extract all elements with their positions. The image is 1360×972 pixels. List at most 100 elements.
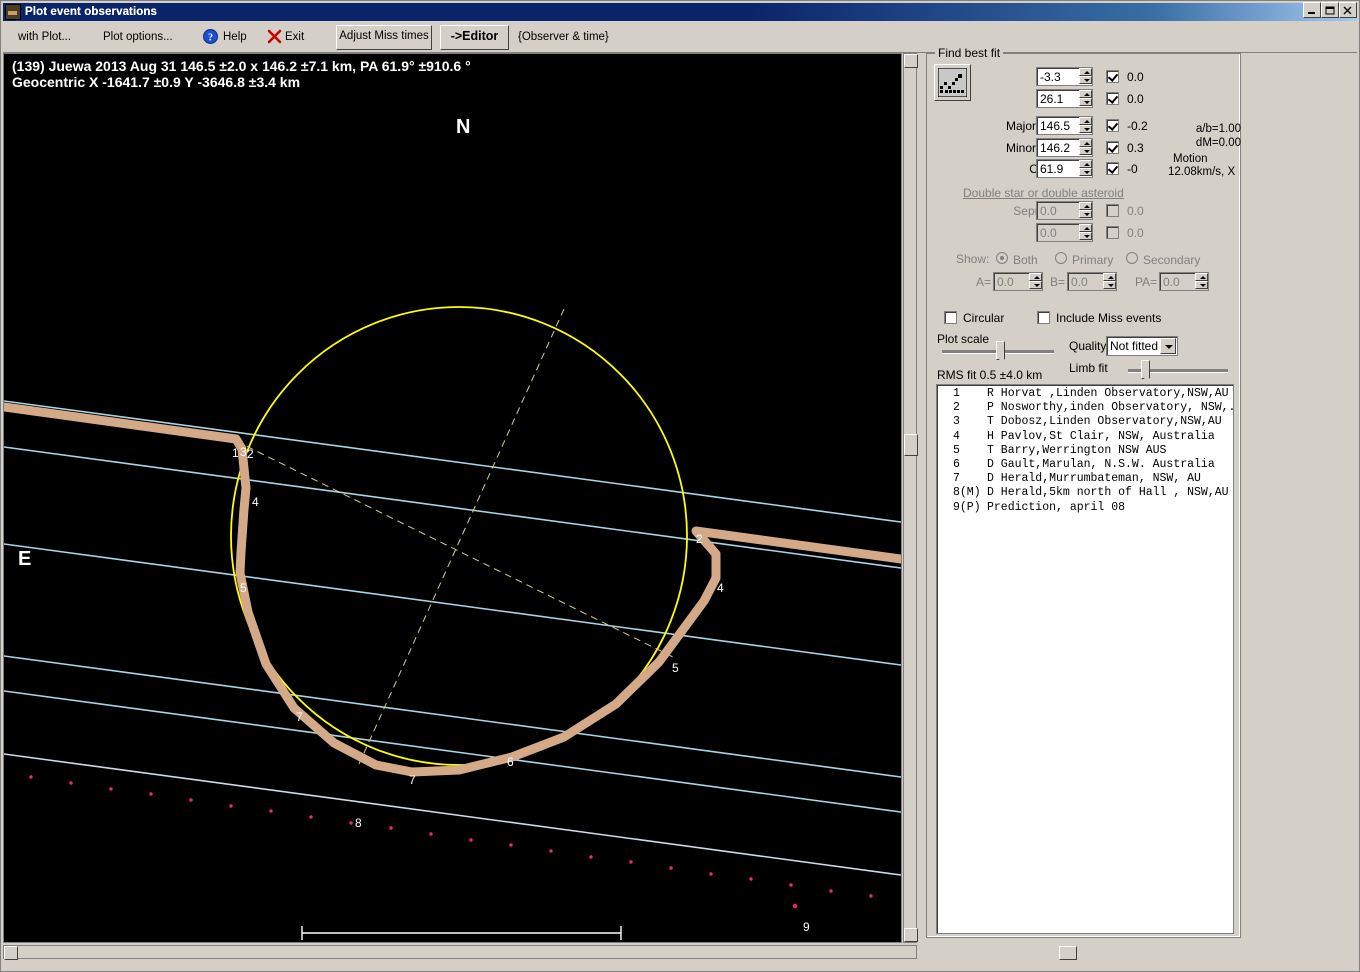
observer-row[interactable]: 1 R Horvat ,Linden Observatory,NSW,AU <box>939 387 1233 401</box>
pa-spin-buttons <box>1195 273 1208 290</box>
horizontal-scroll-thumb[interactable] <box>1059 946 1077 960</box>
minor-axis-spin-buttons[interactable] <box>1079 139 1092 156</box>
scroll-up-button[interactable] <box>904 54 918 68</box>
center-x-residual: 0.0 <box>1127 70 1144 84</box>
plot-header-line-1: (139) Juewa 2013 Aug 31 146.5 ±2.0 x 146… <box>12 58 471 74</box>
show-primary-label: Primary <box>1072 253 1114 267</box>
observer-row[interactable]: 5 T Barry,Werrington NSW AUS <box>939 444 1233 458</box>
chord-label-5: 7 <box>296 710 303 724</box>
separation-spin-buttons <box>1079 202 1092 219</box>
observer-row[interactable]: 2 P Nosworthy,inden Observatory, NSW,. <box>939 401 1233 415</box>
plot-horizontal-scrollbar[interactable] <box>3 945 1077 960</box>
include-miss-events-label: Include Miss events <box>1056 311 1162 325</box>
east-direction-label: E <box>18 548 32 570</box>
center-x-spinner[interactable]: -3.3 <box>1036 67 1093 86</box>
observer-row[interactable]: 4 H Pavlov,St Clair, NSW, Australia <box>939 430 1233 444</box>
minor-axis-checkbox[interactable] <box>1106 141 1119 154</box>
editor-button[interactable]: ->Editor <box>440 25 509 50</box>
separation-residual: 0.0 <box>1127 204 1144 218</box>
menu-plot-options[interactable]: Plot options... <box>103 28 173 46</box>
axis-ratio-readout: a/b=1.00 <box>1195 123 1241 135</box>
major-axis-spinner[interactable]: 146.5 <box>1036 116 1093 135</box>
circular-checkbox[interactable] <box>944 311 957 324</box>
center-x-checkbox[interactable] <box>1106 70 1119 83</box>
observer-number: 5 <box>953 443 960 457</box>
major-axis-checkbox[interactable] <box>1106 119 1119 132</box>
observer-row[interactable]: 9(P) Prediction, april 08 <box>939 501 1233 515</box>
observer-row[interactable]: 7 D Herald,Murrumbateman, NSW, AU <box>939 472 1233 486</box>
observer-list[interactable]: 1 R Horvat ,Linden Observatory,NSW,AU 2 P N… <box>936 384 1234 934</box>
limb-fit-label: Limb fit <box>1069 361 1108 375</box>
adjust-miss-times-button[interactable]: Adjust Miss times <box>336 25 432 50</box>
plot-event-observations-window: Plot event observations with Plot... Plo… <box>0 0 1360 972</box>
quality-dropdown[interactable]: Not fitted <box>1106 336 1178 356</box>
center-y-spin-buttons[interactable] <box>1079 90 1092 107</box>
minor-axis-value: 146.2 <box>1040 141 1071 155</box>
observer-row[interactable]: 8(M) D Herald,5km north of Hall , NSW,AU <box>939 486 1233 500</box>
a-spin-buttons <box>1029 273 1042 290</box>
show-secondary-radio <box>1126 252 1138 264</box>
b-value: 0.0 <box>1071 275 1088 289</box>
chord-label-9: 4 <box>717 581 724 595</box>
pa-value: 0.0 <box>1163 275 1180 289</box>
b-spin-buttons <box>1103 273 1116 290</box>
orientation-checkbox[interactable] <box>1106 162 1119 175</box>
menu-exit[interactable]: Exit <box>285 28 304 46</box>
app-icon <box>5 4 21 20</box>
orientation-value: 61.9 <box>1040 162 1064 176</box>
help-icon: ? <box>203 29 218 44</box>
observer-text: H Pavlov,St Clair, NSW, Australia <box>987 429 1215 443</box>
double-star-section-title: Double star or double asteroid <box>963 186 1124 200</box>
orientation-spin-buttons[interactable] <box>1079 160 1092 177</box>
chord-label-8: 2 <box>696 532 703 546</box>
observer-number: 1 <box>953 387 960 400</box>
observer-text: R Horvat ,Linden Observatory,NSW,AU <box>987 387 1229 400</box>
chord-label-6: 7 <box>409 773 416 787</box>
observer-row[interactable]: 3 T Dobosz,Linden Observatory,NSW,AU <box>939 415 1233 429</box>
pa-of-2nd-spin-buttons <box>1079 224 1092 241</box>
observer-text: T Barry,Werrington NSW AUS <box>987 443 1167 457</box>
motion-value: 12.08km/s, X <box>1168 166 1236 178</box>
show-secondary-label: Secondary <box>1143 253 1201 267</box>
maximize-button[interactable] <box>1321 2 1339 18</box>
minor-axis-spinner[interactable]: 146.2 <box>1036 138 1093 157</box>
plot-scale-thumb[interactable] <box>996 341 1005 364</box>
chevron-down-icon[interactable] <box>1160 338 1176 354</box>
chord-label-10: 5 <box>672 661 679 675</box>
limb-fit-thumb[interactable] <box>1141 360 1150 383</box>
major-axis-spin-buttons[interactable] <box>1079 117 1092 134</box>
orientation-spinner[interactable]: 61.9 <box>1036 159 1093 178</box>
scroll-left-button[interactable] <box>4 946 18 960</box>
center-x-value: -3.3 <box>1040 70 1061 84</box>
chord-label-0: 1 <box>232 446 239 460</box>
menu-help[interactable]: Help <box>223 28 247 46</box>
separation-checkbox <box>1106 204 1119 217</box>
minimize-button[interactable] <box>1303 2 1321 18</box>
observer-number: 9(P) <box>953 500 981 514</box>
occultation-plot-canvas[interactable]: (139) Juewa 2013 Aug 31 146.5 ±2.0 x 146… <box>3 53 902 943</box>
menu-with-plot[interactable]: with Plot... <box>18 28 71 46</box>
close-button[interactable] <box>1339 2 1357 18</box>
chord-label-1: 3 <box>240 445 247 459</box>
observer-and-time-label[interactable]: {Observer & time} <box>518 28 609 46</box>
observer-number: 3 <box>953 415 960 429</box>
magnitude-drop-readout: dM=0.00 <box>1195 137 1241 149</box>
window-title: Plot event observations <box>25 6 158 18</box>
scroll-down-button[interactable] <box>904 928 918 942</box>
pa-label: PA= <box>1135 275 1158 289</box>
observer-text: D Herald,Murrumbateman, NSW, AU <box>987 472 1201 486</box>
center-y-residual: 0.0 <box>1127 92 1144 106</box>
center-x-spin-buttons[interactable] <box>1079 68 1092 85</box>
observer-row[interactable]: 6 D Gault,Marulan, N.S.W. Australia <box>939 458 1233 472</box>
center-y-spinner[interactable]: 26.1 <box>1036 89 1093 108</box>
observer-text: Prediction, april 08 <box>987 500 1126 514</box>
plot-vertical-scrollbar[interactable] <box>903 53 918 943</box>
major-axis-value: 146.5 <box>1040 119 1071 133</box>
include-miss-events-checkbox[interactable] <box>1037 311 1050 324</box>
chord-label-2: 2 <box>247 447 254 461</box>
b-label: B= <box>1050 275 1066 289</box>
plot-header-line-2: Geocentric X -1641.7 ±0.9 Y -3646.8 ±3.4… <box>12 74 301 90</box>
observer-number: 8(M) <box>953 486 981 500</box>
vertical-scroll-thumb[interactable] <box>904 434 918 456</box>
center-y-checkbox[interactable] <box>1106 92 1119 105</box>
